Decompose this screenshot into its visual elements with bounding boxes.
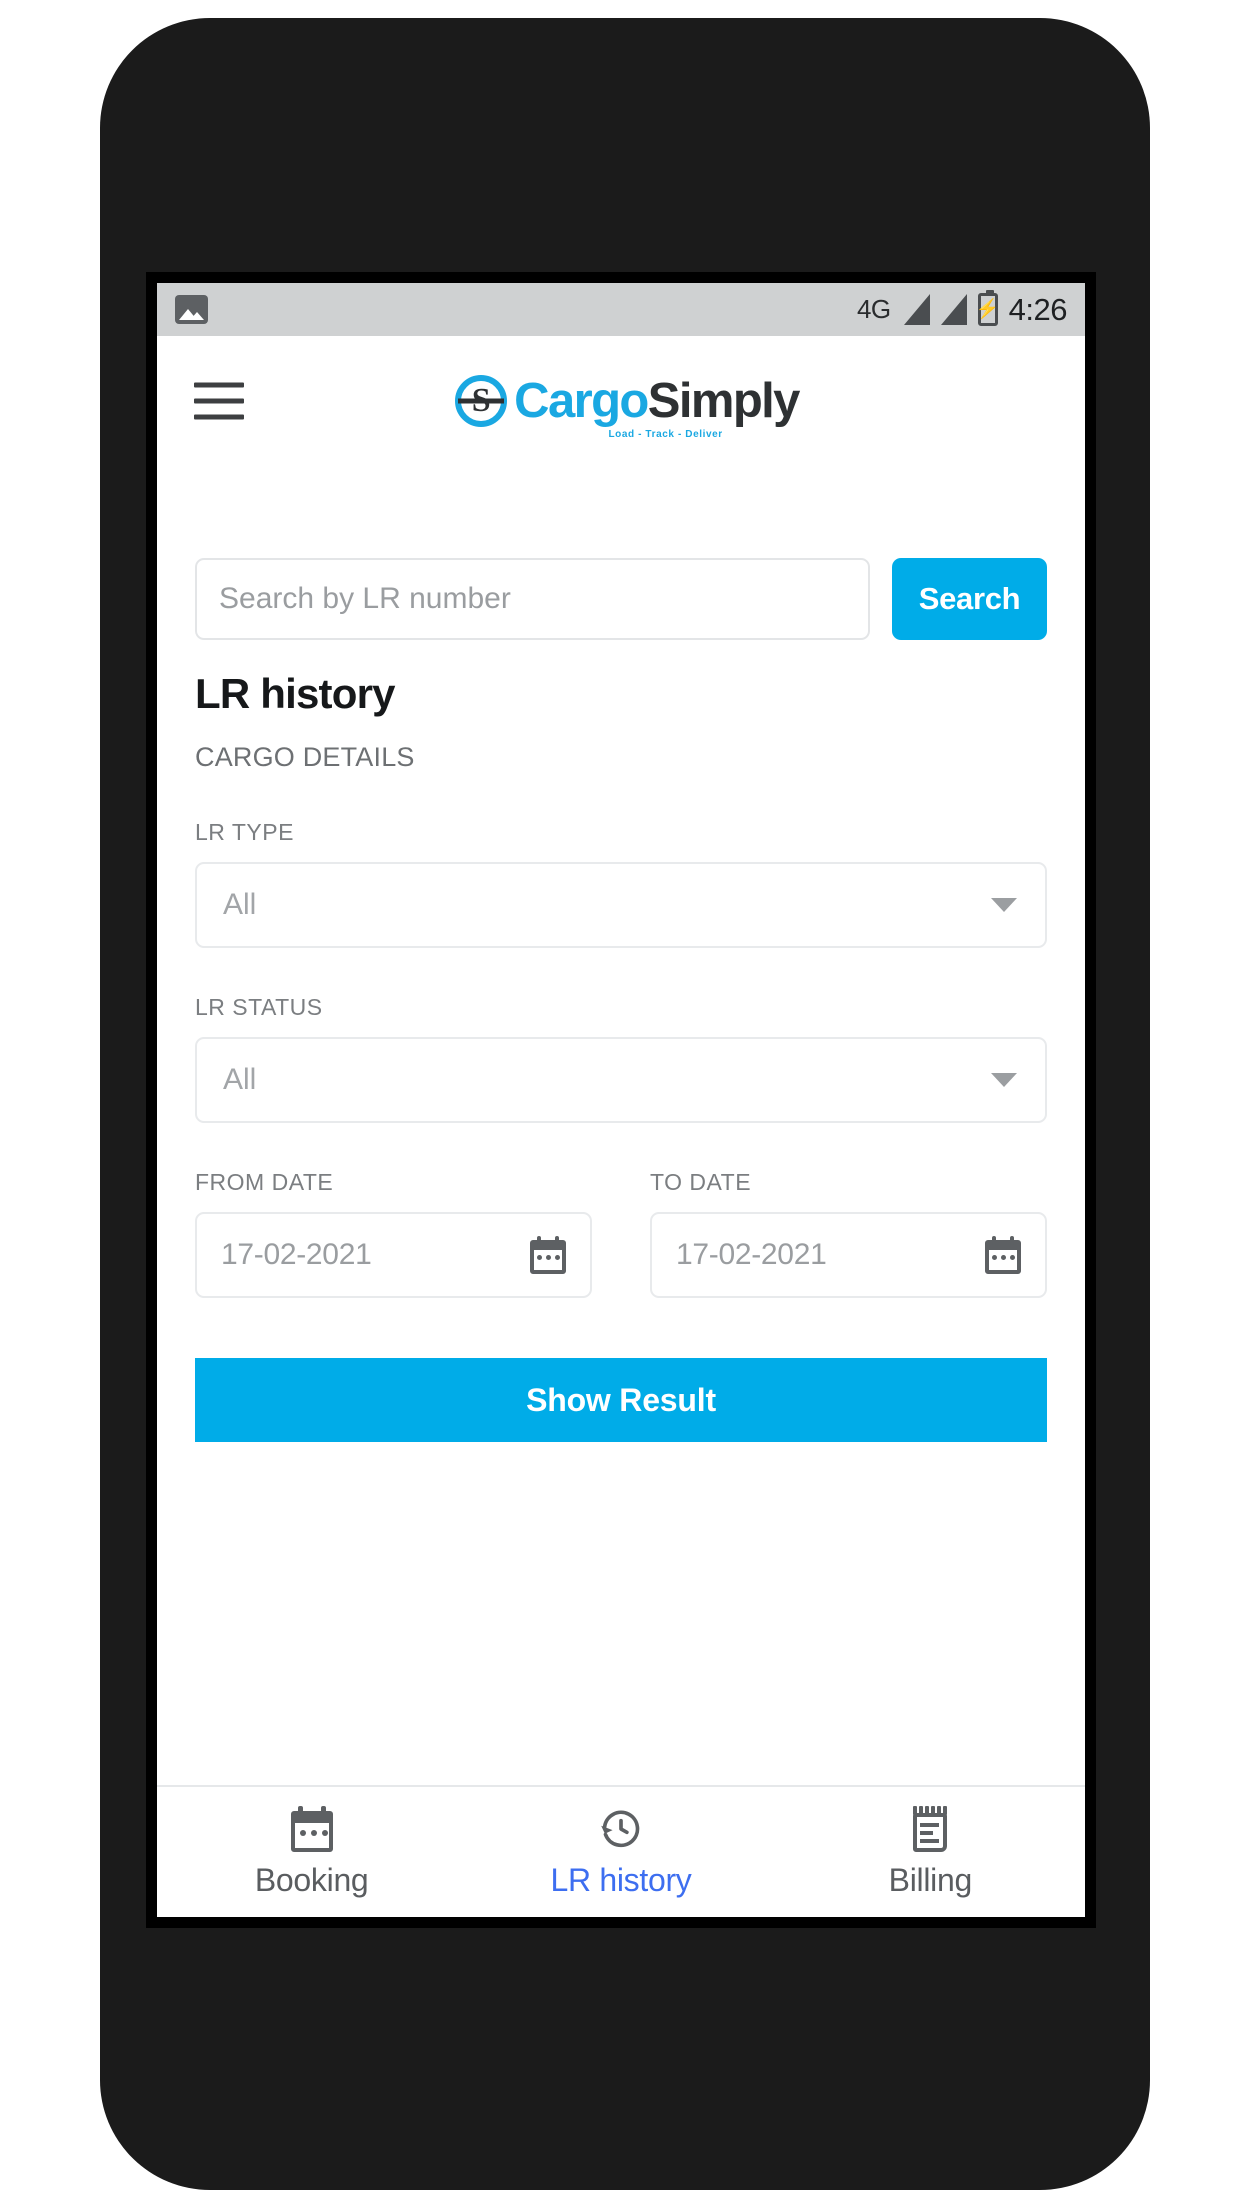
nav-label-booking: Booking	[254, 1861, 369, 1898]
lr-status-select[interactable]: All	[195, 1037, 1047, 1123]
screen-bezel: 4G ⚡ 4:26 S CargoSimply Load - Track - D…	[146, 272, 1096, 1928]
lr-type-select[interactable]: All	[195, 862, 1047, 948]
calendar-icon[interactable]	[530, 1236, 566, 1274]
lr-status-label: LR STATUS	[195, 994, 323, 1020]
brand-text: CargoSimply Load - Track - Deliver	[514, 373, 801, 439]
status-bar-clock: 4:26	[1008, 291, 1068, 327]
date-range-row: FROM DATE 17-02-2021 TO DATE 17-02-2021	[195, 1169, 1047, 1298]
screenshot-stage: 4G ⚡ 4:26 S CargoSimply Load - Track - D…	[0, 0, 1242, 2208]
lr-status-value: All	[223, 1063, 257, 1096]
to-date-label: TO DATE	[650, 1169, 752, 1195]
phone-screen: 4G ⚡ 4:26 S CargoSimply Load - Track - D…	[157, 283, 1085, 1917]
nav-label-lr-history: LR history	[550, 1861, 692, 1898]
field-to-date: TO DATE 17-02-2021	[650, 1169, 1047, 1298]
chevron-down-icon	[991, 898, 1017, 912]
brand-tagline: Load - Track - Deliver	[608, 428, 723, 440]
nav-item-lr-history[interactable]: LR history	[466, 1787, 775, 1917]
section-label-cargo-details: CARGO DETAILS	[195, 742, 415, 772]
page-title: LR history	[195, 670, 395, 717]
to-date-input[interactable]: 17-02-2021	[650, 1212, 1047, 1298]
lr-type-value: All	[223, 888, 257, 921]
network-type-label: 4G	[856, 294, 891, 324]
search-button[interactable]: Search	[892, 558, 1047, 640]
search-input[interactable]	[195, 558, 870, 640]
nav-item-billing[interactable]: Billing	[776, 1787, 1085, 1917]
logo-mark-letter: S	[471, 382, 491, 419]
image-icon	[175, 295, 208, 324]
brand-name-first: Cargo	[514, 373, 649, 428]
app-header: S CargoSimply Load - Track - Deliver	[157, 336, 1085, 466]
lr-type-label: LR TYPE	[195, 819, 294, 845]
from-date-label: FROM DATE	[195, 1169, 334, 1195]
chevron-down-icon	[991, 1073, 1017, 1087]
nav-item-booking[interactable]: Booking	[157, 1787, 466, 1917]
signal-bars-icon-1	[903, 294, 930, 325]
from-date-input[interactable]: 17-02-2021	[195, 1212, 592, 1298]
calendar-icon[interactable]	[985, 1236, 1021, 1274]
bottom-navigation: Booking LR history Billing	[157, 1785, 1085, 1917]
from-date-value: 17-02-2021	[221, 1238, 372, 1271]
status-bar-left	[175, 295, 208, 324]
signal-bars-icon-2	[940, 294, 967, 325]
to-date-value: 17-02-2021	[676, 1238, 827, 1271]
field-lr-type: LR TYPE All	[195, 819, 1047, 948]
field-lr-status: LR STATUS All	[195, 994, 1047, 1123]
search-row: Search	[195, 558, 1047, 640]
show-result-button[interactable]: Show Result	[195, 1358, 1047, 1442]
hamburger-menu-icon[interactable]	[194, 382, 244, 420]
nav-label-billing: Billing	[888, 1861, 973, 1898]
status-bar: 4G ⚡ 4:26	[157, 283, 1085, 336]
brand-name-second: Simply	[647, 373, 801, 428]
app-logo: S CargoSimply Load - Track - Deliver	[443, 373, 801, 439]
battery-charging-icon: ⚡	[976, 290, 1000, 326]
main-content: Search LR history CARGO DETAILS LR TYPE …	[157, 466, 1085, 1785]
history-clock-icon	[599, 1806, 643, 1852]
calendar-icon	[290, 1805, 334, 1852]
logo-mark-icon: S	[455, 375, 508, 427]
status-bar-right: 4G ⚡ 4:26	[856, 290, 1068, 328]
receipt-icon	[908, 1805, 952, 1852]
field-from-date: FROM DATE 17-02-2021	[195, 1169, 592, 1298]
